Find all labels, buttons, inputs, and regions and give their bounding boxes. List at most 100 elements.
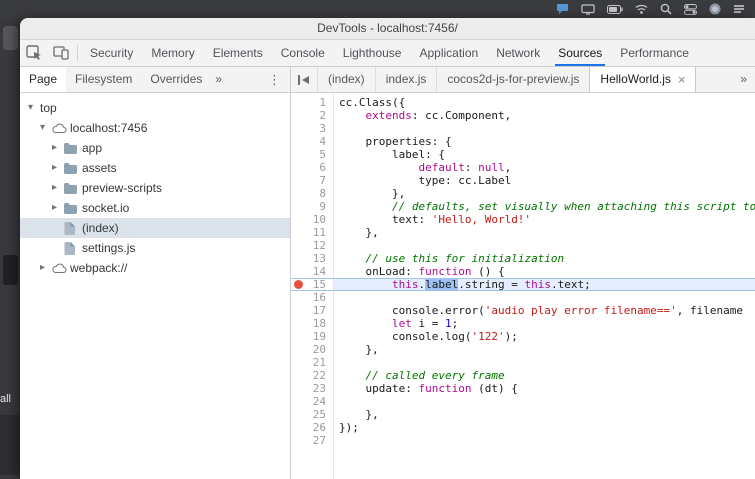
line-number[interactable]: 5 [291,148,334,161]
line-number[interactable]: 23 [291,382,334,395]
window-titlebar[interactable]: DevTools - localhost:7456/ [20,18,755,40]
tree-item-preview-scripts[interactable]: ▸ preview-scripts [20,178,290,198]
code-text[interactable]: onLoad: function () { [334,265,755,278]
code-text[interactable]: update: function (dt) { [334,382,755,395]
search-icon[interactable] [660,3,672,15]
line-number[interactable]: 20 [291,343,334,356]
code-text[interactable]: this.label.string = this.text; [334,278,755,291]
line-number[interactable]: 1 [291,96,334,109]
editor-tab-cocos2d[interactable]: cocos2d-js-for-preview.js [437,67,591,92]
chevron-right-icon[interactable]: ▸ [52,138,64,158]
line-number[interactable]: 8 [291,187,334,200]
line-number[interactable]: 11 [291,226,334,239]
code-text[interactable]: let i = 1; [334,317,755,330]
chevron-right-icon[interactable]: ▸ [52,198,64,218]
tab-security[interactable]: Security [81,40,142,66]
chevron-right-icon[interactable]: ▸ [40,258,52,278]
line-number[interactable]: 26 [291,421,334,434]
chevron-down-icon[interactable]: ▾ [28,98,40,118]
display-icon[interactable] [581,3,595,15]
code-text[interactable]: cc.Class({ [334,96,755,109]
code-text[interactable] [334,356,755,369]
tab-overrides[interactable]: Overrides [141,67,211,92]
tab-sources[interactable]: Sources [549,40,611,66]
code-text[interactable]: }, [334,408,755,421]
code-text[interactable] [334,291,755,304]
chat-icon[interactable] [556,3,569,15]
line-number[interactable]: 4 [291,135,334,148]
control-center-icon[interactable] [684,3,697,15]
line-number[interactable]: 10 [291,213,334,226]
chevron-right-icon[interactable]: ▸ [52,158,64,178]
tree-item-socket-io[interactable]: ▸ socket.io [20,198,290,218]
line-number[interactable]: 21 [291,356,334,369]
editor-tab-helloworld[interactable]: HelloWorld.js × [590,67,697,92]
tab-page[interactable]: Page [20,67,67,92]
code-text[interactable]: default: null, [334,161,755,174]
line-number[interactable]: 17 [291,304,334,317]
tab-elements[interactable]: Elements [204,40,272,66]
line-number[interactable]: 14 [291,265,334,278]
breakpoint-marker[interactable] [294,280,303,289]
tab-filesystem[interactable]: Filesystem [66,67,141,92]
code-text[interactable]: // called every frame [334,369,755,382]
chevron-right-icon[interactable]: ▸ [52,178,64,198]
battery-icon[interactable] [607,4,623,14]
line-number[interactable]: 7 [291,174,334,187]
code-text[interactable]: }, [334,226,755,239]
line-number[interactable]: 25 [291,408,334,421]
inspect-element-icon[interactable] [20,40,47,66]
line-number[interactable]: 22 [291,369,334,382]
code-text[interactable]: console.log('122'); [334,330,755,343]
code-text[interactable]: }); [334,421,755,434]
notification-center-icon[interactable] [733,4,745,14]
code-text[interactable]: properties: { [334,135,755,148]
tab-console[interactable]: Console [272,40,334,66]
line-number[interactable]: 9 [291,200,334,213]
tree-item-settings-js[interactable]: settings.js [20,238,290,258]
line-number[interactable]: 16 [291,291,334,304]
tab-memory[interactable]: Memory [142,40,203,66]
chevron-down-icon[interactable]: ▾ [40,118,52,138]
line-number[interactable]: 24 [291,395,334,408]
tree-item-assets[interactable]: ▸ assets [20,158,290,178]
code-text[interactable]: }, [334,187,755,200]
background-window-strip[interactable]: all [0,18,20,479]
code-text[interactable]: label: { [334,148,755,161]
wifi-icon[interactable] [635,4,648,14]
code-text[interactable]: }, [334,343,755,356]
code-text[interactable] [334,434,755,447]
line-number[interactable]: 6 [291,161,334,174]
code-text[interactable]: console.error('audio play error filename… [334,304,755,317]
navigator-menu-icon[interactable]: ⋮ [259,67,290,92]
line-number[interactable]: 18 [291,317,334,330]
tree-item-webpack[interactable]: ▸ webpack:// [20,258,290,278]
code-text[interactable]: text: 'Hello, World!' [334,213,755,226]
code-editor[interactable]: 1 cc.Class({2 extends: cc.Component, 3 4 pr… [291,93,755,479]
code-text[interactable] [334,239,755,252]
hide-navigator-icon[interactable] [291,67,318,92]
line-number[interactable]: 15 [291,278,334,291]
tree-item-localhost[interactable]: ▾ localhost:7456 [20,118,290,138]
line-number[interactable]: 2 [291,109,334,122]
siri-icon[interactable] [709,3,721,15]
tab-performance[interactable]: Performance [611,40,698,66]
tab-lighthouse[interactable]: Lighthouse [334,40,411,66]
line-number[interactable]: 12 [291,239,334,252]
editor-tab-index[interactable]: (index) [318,67,376,92]
tree-item-app[interactable]: ▸ app [20,138,290,158]
code-text[interactable] [334,122,755,135]
line-number[interactable]: 27 [291,434,334,447]
more-editor-tabs-icon[interactable]: » [732,67,755,92]
editor-tab-index-js[interactable]: index.js [376,67,438,92]
code-text[interactable]: // defaults, set visually when attaching… [334,200,755,213]
device-toolbar-icon[interactable] [47,40,74,66]
tree-item-top[interactable]: ▾ top [20,98,290,118]
tab-application[interactable]: Application [410,40,487,66]
tree-item-index[interactable]: (index) [20,218,290,238]
code-text[interactable]: extends: cc.Component, [334,109,755,122]
code-text[interactable]: type: cc.Label [334,174,755,187]
code-text[interactable]: // use this for initialization [334,252,755,265]
tab-network[interactable]: Network [487,40,549,66]
close-tab-icon[interactable]: × [678,73,686,86]
